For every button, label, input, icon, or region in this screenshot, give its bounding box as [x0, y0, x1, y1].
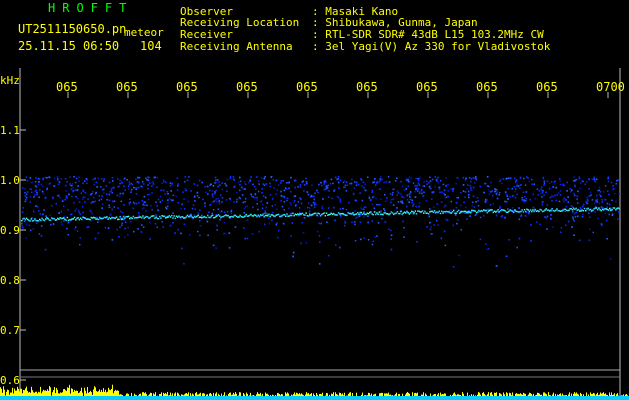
noise-band [21, 176, 620, 268]
y-tick-marks [20, 129, 26, 381]
station-name: HROFFT [48, 1, 134, 15]
activity-histogram [0, 384, 629, 400]
antenna-value: : 3el Yagi(V) Az 330 for Vladivostok [312, 40, 551, 53]
date-time: 25.11.15 06:50 [18, 39, 120, 53]
detection-type: meteor [124, 26, 164, 39]
file-name: UT2511150650.pn [18, 22, 127, 36]
spectrogram-plot [0, 68, 629, 400]
antenna-label: Receiving Antenna [180, 40, 293, 53]
meteor-count: 104 [140, 39, 162, 53]
x-tick-marks [67, 92, 609, 98]
